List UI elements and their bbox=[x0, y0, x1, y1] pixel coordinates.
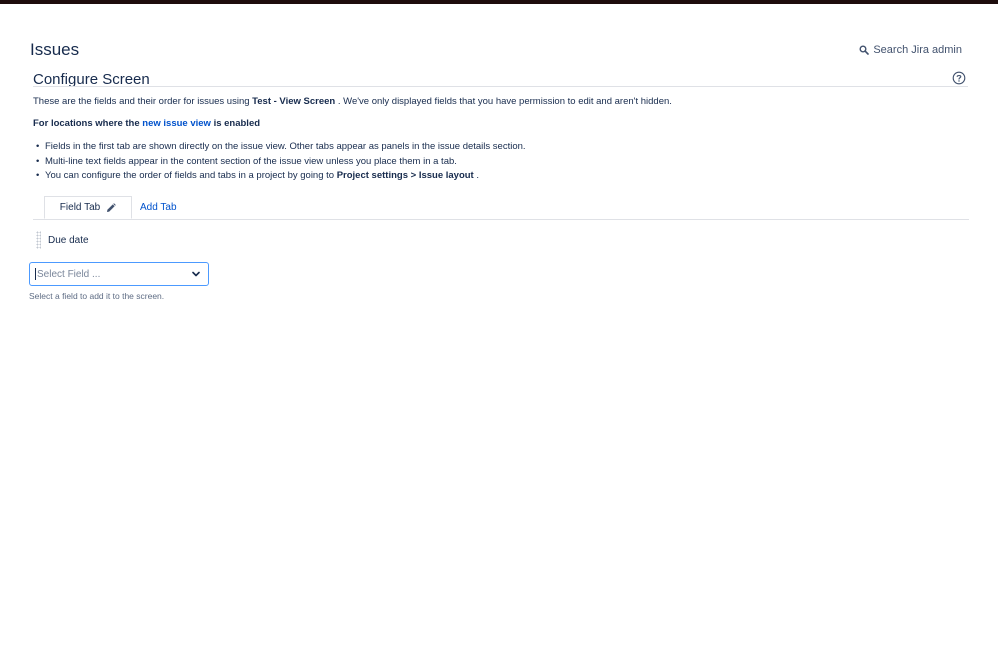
locations-prefix: For locations where the bbox=[33, 118, 143, 129]
tabs-divider bbox=[33, 219, 969, 220]
field-label: Due date bbox=[48, 234, 89, 246]
breadcrumb-separator: > bbox=[407, 170, 419, 181]
screen-name: Test - View Screen bbox=[252, 96, 336, 107]
issue-layout-text: Issue layout bbox=[418, 170, 474, 181]
field-row[interactable]: Due date bbox=[36, 231, 89, 249]
new-issue-view-link[interactable]: new issue view bbox=[142, 118, 211, 129]
bullet3-prefix: You can configure the order of fields an… bbox=[45, 170, 337, 181]
project-settings-text: Project settings bbox=[336, 170, 408, 181]
drag-handle-icon[interactable] bbox=[36, 231, 41, 249]
help-icon[interactable] bbox=[952, 71, 966, 85]
info-bullet-list: Fields in the first tab are shown direct… bbox=[33, 140, 526, 184]
bullet-multiline: Multi-line text fields appear in the con… bbox=[33, 155, 526, 170]
locations-heading: For locations where the new issue view i… bbox=[33, 118, 260, 129]
section-divider bbox=[33, 86, 968, 87]
search-label: Search Jira admin bbox=[873, 44, 962, 56]
search-jira-admin[interactable]: Search Jira admin bbox=[859, 44, 962, 56]
search-icon bbox=[859, 45, 870, 55]
description-suffix: . We've only displayed fields that you h… bbox=[335, 96, 672, 107]
select-field-placeholder: Select Field ... bbox=[37, 268, 101, 280]
tab-label: Field Tab bbox=[59, 202, 101, 213]
bullet-configure-order: You can configure the order of fields an… bbox=[33, 169, 526, 184]
chevron-down-icon[interactable] bbox=[192, 270, 200, 278]
bullet-first-tab: Fields in the first tab are shown direct… bbox=[33, 140, 526, 155]
page-title: Issues bbox=[30, 40, 80, 59]
top-bar bbox=[0, 0, 998, 4]
select-field-hint: Select a field to add it to the screen. bbox=[29, 291, 165, 301]
tab-field-tab[interactable]: Field Tab bbox=[44, 196, 132, 219]
add-tab-button[interactable]: Add Tab bbox=[140, 202, 177, 213]
locations-suffix: is enabled bbox=[210, 118, 261, 129]
pencil-icon[interactable] bbox=[106, 202, 117, 213]
description-prefix: These are the fields and their order for… bbox=[33, 96, 253, 107]
bullet3-suffix: . bbox=[473, 170, 480, 181]
screen-description: These are the fields and their order for… bbox=[33, 96, 672, 107]
select-field-dropdown[interactable]: Select Field ... bbox=[29, 262, 209, 286]
text-cursor bbox=[35, 268, 36, 280]
